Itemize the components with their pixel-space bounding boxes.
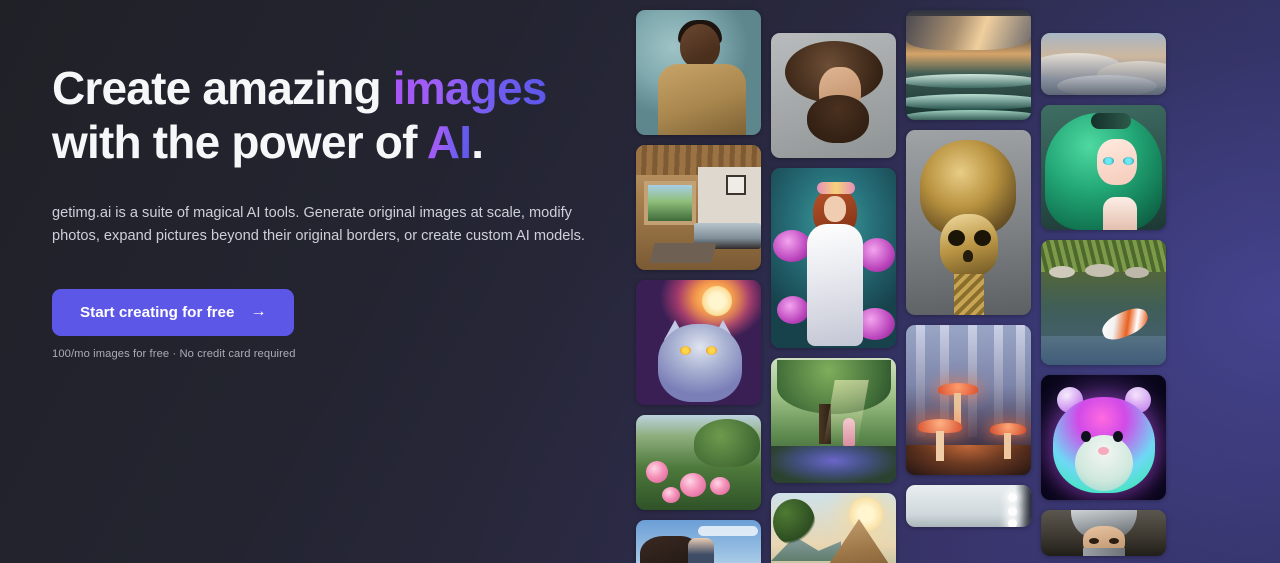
gallery-tile-portrait-man-tan-coat[interactable] bbox=[636, 10, 761, 135]
gallery-tile-green-haired-anime-girl[interactable] bbox=[1041, 105, 1166, 230]
image-gallery bbox=[636, 0, 1280, 563]
cta-label: Start creating for free bbox=[80, 303, 235, 321]
gallery-tile-golden-medusa-skull[interactable] bbox=[906, 130, 1031, 315]
gallery-tile-cloudscape[interactable] bbox=[1041, 33, 1166, 95]
arrow-right-icon: → bbox=[250, 303, 267, 321]
gallery-tile-koi-pond[interactable] bbox=[1041, 240, 1166, 365]
gallery-tile-stormy-ocean-seascape[interactable] bbox=[906, 10, 1031, 120]
gallery-tile-horse-and-rider[interactable] bbox=[636, 520, 761, 563]
gallery-column-3 bbox=[906, 0, 1031, 563]
headline-period: . bbox=[471, 115, 484, 168]
page-title: Create amazing images with the power of … bbox=[52, 62, 622, 170]
gallery-tile-neon-hamster[interactable] bbox=[1041, 375, 1166, 500]
gallery-column-1 bbox=[636, 0, 761, 563]
gallery-tile-white-abstract-lights[interactable] bbox=[906, 485, 1031, 527]
headline-line-1: Create amazing images bbox=[52, 62, 547, 114]
landing-page-hero: Create amazing images with the power of … bbox=[0, 0, 1280, 563]
cta-fine-print: 100/mo images for free · No credit card … bbox=[52, 347, 296, 360]
gallery-tile-woman-white-dress-flowers[interactable] bbox=[771, 168, 896, 348]
gallery-tile-pink-roses-garden[interactable] bbox=[636, 415, 761, 510]
gallery-column-2 bbox=[771, 0, 896, 563]
gallery-tile-armored-warrior[interactable] bbox=[1041, 510, 1166, 556]
headline-accent-ai: AI bbox=[426, 115, 472, 168]
headline-accent-images: images bbox=[392, 62, 548, 114]
gallery-tile-mayan-pyramid[interactable] bbox=[771, 493, 896, 563]
gallery-tile-glowing-mushrooms-forest[interactable] bbox=[906, 325, 1031, 475]
headline-line-2: with the power of AI. bbox=[52, 115, 484, 168]
gallery-tile-cosmic-cat[interactable] bbox=[636, 280, 761, 405]
hero-description: getimg.ai is a suite of magical AI tools… bbox=[52, 204, 585, 245]
gallery-column-4 bbox=[1041, 0, 1166, 563]
gallery-tile-enchanted-tree-sunbeams[interactable] bbox=[771, 358, 896, 483]
headline-text-plain: Create amazing bbox=[52, 62, 393, 114]
start-creating-button[interactable]: Start creating for free → bbox=[52, 288, 295, 336]
gallery-tile-cabin-bedroom[interactable] bbox=[636, 145, 761, 270]
gallery-tile-curly-haired-bearded-man[interactable] bbox=[771, 33, 896, 158]
headline-text-plain-2: with the power of bbox=[52, 115, 427, 168]
hero-copy-block: Create amazing images with the power of … bbox=[52, 62, 622, 360]
